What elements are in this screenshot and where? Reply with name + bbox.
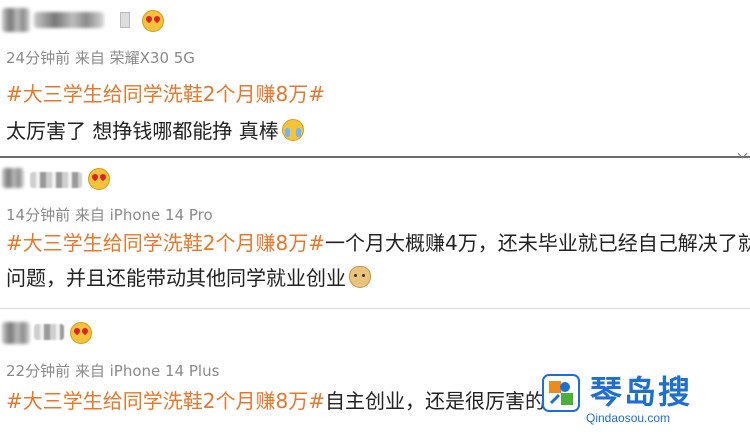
comment-line-1: #大三学生给同学洗鞋2个月赚8万#一个月大概赚4万，还未毕业就已经自己解决了就业 <box>6 229 750 257</box>
comment-text: 太厉害了 想挣钱哪都能挣 真棒 <box>6 117 304 145</box>
username-blurred[interactable] <box>30 172 82 188</box>
crying-emoji-icon <box>281 119 304 141</box>
post-meta: 24分钟前 来自 荣耀X30 5G <box>6 49 195 67</box>
post-meta: 22分钟前 来自 iPhone 14 Plus <box>6 362 220 380</box>
hashtag-link[interactable]: #大三学生给同学洗鞋2个月赚8万# <box>6 231 325 255</box>
comment-line-2: 问题，并且还能带动其他同学就业创业 <box>6 264 371 292</box>
heart-eyes-emoji-icon <box>142 10 164 32</box>
qindaosou-logo-icon <box>542 374 580 412</box>
avatar[interactable] <box>2 8 30 32</box>
hashtag-link[interactable]: #大三学生给同学洗鞋2个月赚8万# <box>6 80 325 108</box>
comment-card-2: 14分钟前 来自 iPhone 14 Pro #大三学生给同学洗鞋2个月赚8万#… <box>0 162 750 306</box>
username-blurred[interactable] <box>34 12 104 28</box>
comment-text-part: 问题，并且还能带动其他同学就业创业 <box>6 266 346 290</box>
hashtag-link[interactable]: #大三学生给同学洗鞋2个月赚8万# <box>6 389 325 413</box>
watermark-subtitle: Qindaosou.com <box>586 411 671 425</box>
post-meta: 14分钟前 来自 iPhone 14 Pro <box>6 206 213 224</box>
username-blurred[interactable] <box>34 324 64 340</box>
watermark-title: 琴岛搜 <box>590 373 693 411</box>
comment-card-1: 24分钟前 来自 荣耀X30 5G #大三学生给同学洗鞋2个月赚8万# 太厉害了… <box>0 0 750 158</box>
divider <box>0 308 750 309</box>
divider <box>0 156 750 158</box>
heart-eyes-emoji-icon <box>70 322 92 344</box>
comment-line: #大三学生给同学洗鞋2个月赚8万#自主创业，还是很厉害的 <box>6 387 545 415</box>
doge-emoji-icon <box>349 266 371 288</box>
comment-text-part: 自主创业，还是很厉害的 <box>324 389 545 413</box>
avatar[interactable] <box>2 322 30 344</box>
comment-text-body: 太厉害了 想挣钱哪都能挣 真棒 <box>6 119 279 143</box>
avatar[interactable] <box>2 168 24 188</box>
heart-eyes-emoji-icon <box>88 168 110 190</box>
comment-text-part: 一个月大概赚4万，还未毕业就已经自己解决了就业 <box>324 231 750 255</box>
badge-icon <box>120 12 130 28</box>
